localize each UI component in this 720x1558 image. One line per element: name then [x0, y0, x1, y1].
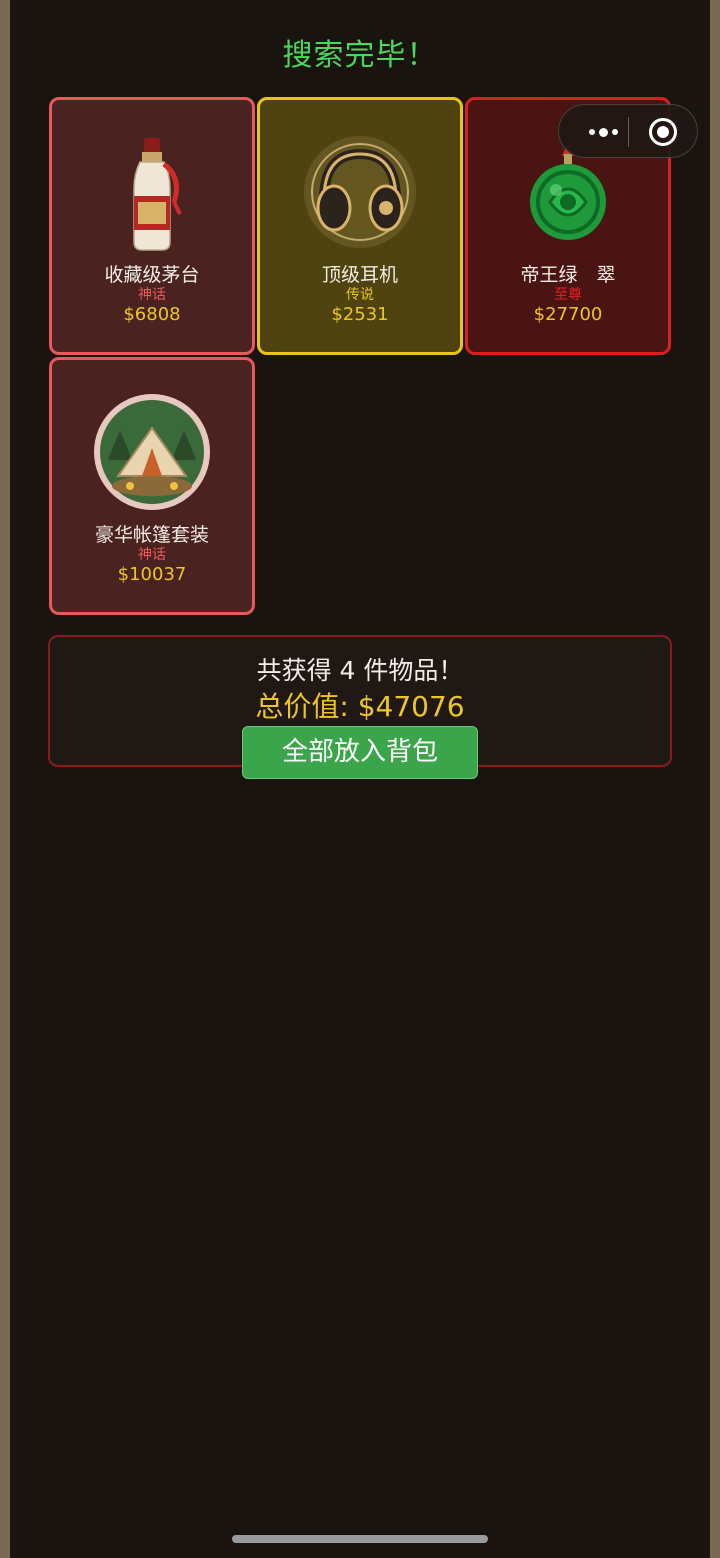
item-rarity: 神话: [138, 547, 166, 563]
item-name: 帝王绿 翠: [520, 264, 616, 286]
tent-icon: [94, 394, 210, 510]
item-rarity: 至尊: [554, 287, 582, 303]
item-name: 豪华帐篷套装: [94, 524, 209, 546]
headphones-icon: [304, 136, 416, 248]
item-rarity: 传说: [346, 287, 374, 303]
put-all-in-backpack-button[interactable]: 全部放入背包: [242, 726, 478, 779]
home-indicator: [232, 1535, 488, 1543]
capsule-menu: [558, 104, 698, 158]
item-price: $2531: [331, 304, 389, 325]
page-title: 搜索完毕！: [282, 38, 438, 73]
item-price: $10037: [117, 564, 187, 585]
more-dots-icon[interactable]: [579, 105, 627, 159]
item-name: 收藏级茅台: [104, 264, 200, 286]
item-price: $6808: [123, 304, 181, 325]
item-card-tent[interactable]: 豪华帐篷套装 神话 $10037: [49, 357, 255, 615]
item-name: 顶级耳机: [321, 264, 398, 286]
item-card-headphones[interactable]: 顶级耳机 传说 $2531: [257, 97, 463, 355]
item-price: $27700: [533, 304, 603, 325]
total-value-text: 总价值: $47076: [255, 690, 465, 723]
close-target-icon[interactable]: [649, 118, 677, 146]
capsule-divider: [628, 117, 629, 147]
item-rarity: 神话: [138, 287, 166, 303]
item-card-moutai[interactable]: 收藏级茅台 神话 $6808: [49, 97, 255, 355]
liquor-bottle-icon: [133, 138, 182, 251]
item-count-text: 共获得 4 件物品！: [256, 656, 464, 685]
